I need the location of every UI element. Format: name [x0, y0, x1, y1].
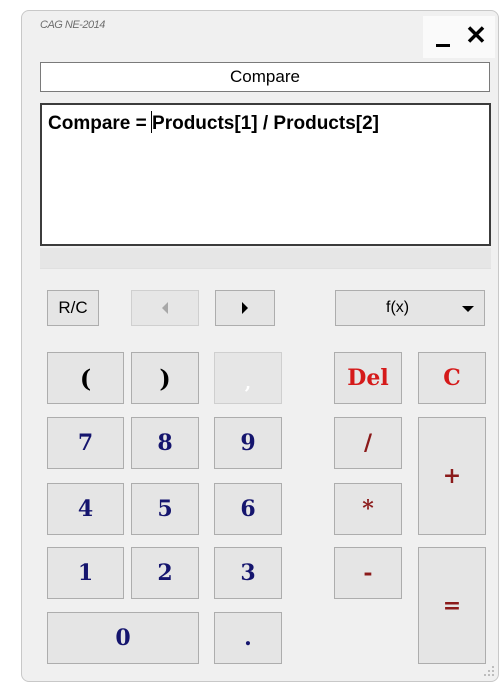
expression-text-end: Products[1] / Products[2]: [152, 113, 379, 134]
digit-3-key[interactable]: 3: [214, 547, 282, 599]
triangle-right-icon: [242, 302, 248, 314]
resize-grip-icon[interactable]: [484, 666, 496, 678]
digit-9-key[interactable]: 9: [214, 417, 282, 469]
digit-0-key[interactable]: 0: [47, 612, 199, 664]
digit-4-key[interactable]: 4: [47, 483, 124, 535]
cursor-right-button[interactable]: [215, 290, 275, 326]
decimal-point-key[interactable]: .: [214, 612, 282, 664]
close-icon: ✕: [465, 20, 487, 50]
comma-key[interactable]: ,: [214, 352, 282, 404]
comma-label: ,: [244, 372, 252, 394]
recall-button[interactable]: R/C: [47, 290, 99, 326]
triangle-left-icon: [162, 302, 168, 314]
digit-2-key[interactable]: 2: [131, 547, 199, 599]
digit-8-key[interactable]: 8: [131, 417, 199, 469]
delete-key[interactable]: Del: [334, 352, 402, 404]
chevron-down-icon: [462, 306, 474, 312]
close-button[interactable]: ✕: [463, 22, 489, 48]
status-bar: [40, 248, 491, 269]
digit-6-key[interactable]: 6: [214, 483, 282, 535]
function-label: f(x): [386, 299, 410, 316]
digit-7-key[interactable]: 7: [47, 417, 124, 469]
open-paren-key[interactable]: (: [47, 352, 124, 404]
expression-text-start: Compare =: [48, 113, 153, 134]
minimize-button[interactable]: [430, 22, 456, 48]
cursor-left-button[interactable]: [131, 290, 199, 326]
window-title: CAG NE-2014: [40, 19, 105, 31]
digit-5-key[interactable]: 5: [131, 483, 199, 535]
clear-key[interactable]: C: [418, 352, 486, 404]
function-dropdown[interactable]: f(x): [335, 290, 485, 326]
minus-key[interactable]: -: [334, 547, 402, 599]
digit-1-key[interactable]: 1: [47, 547, 124, 599]
expression-editor[interactable]: Compare = Products[1] / Products[2]: [40, 103, 491, 246]
close-paren-key[interactable]: ): [131, 352, 199, 404]
equals-key[interactable]: =: [418, 547, 486, 664]
plus-key[interactable]: +: [418, 417, 486, 535]
formula-name-field[interactable]: Compare: [40, 62, 490, 92]
multiply-key[interactable]: *: [334, 483, 402, 535]
divide-key[interactable]: /: [334, 417, 402, 469]
